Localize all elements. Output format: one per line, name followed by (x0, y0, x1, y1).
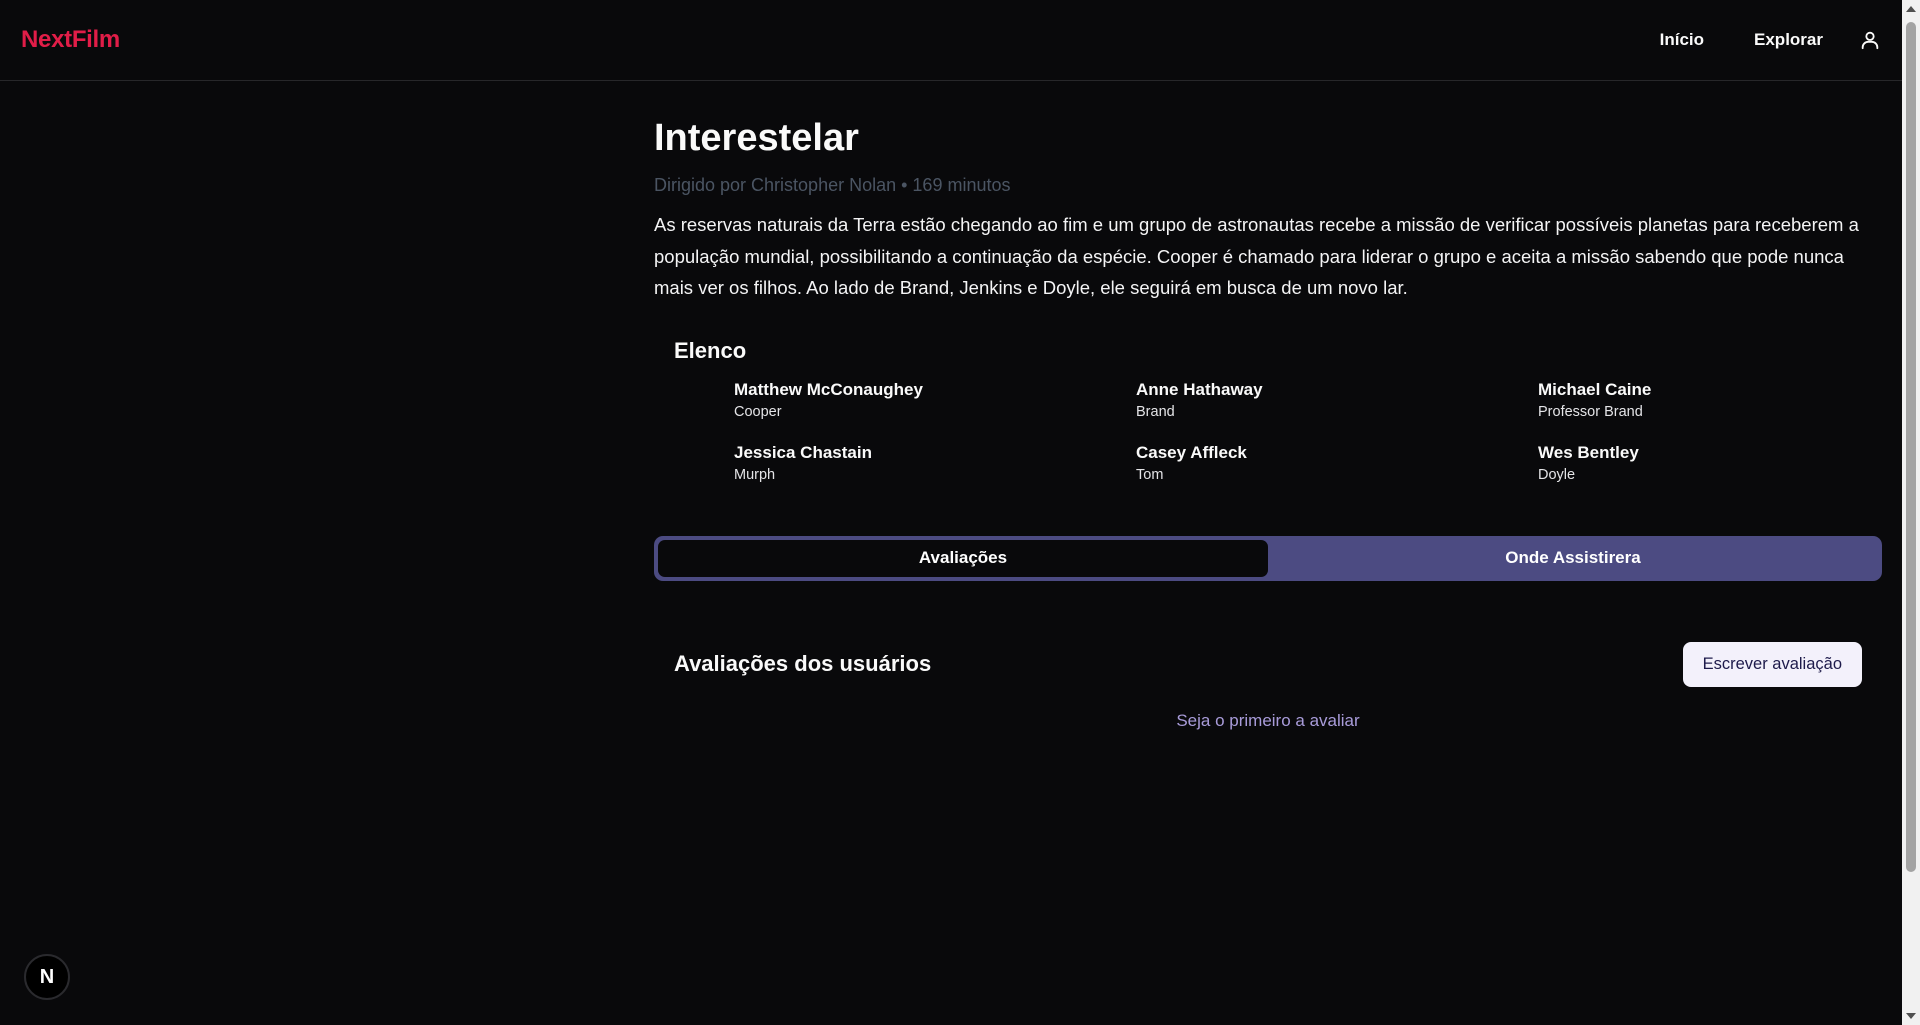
reviews-empty-message: Seja o primeiro a avaliar (1176, 710, 1360, 730)
cast-name: Casey Affleck (1136, 442, 1247, 462)
tab-onde-assistir[interactable]: Onde Assistirera (1268, 540, 1878, 577)
logo[interactable]: NextFilm (21, 26, 120, 54)
movie-subtitle: Dirigido por Christopher Nolan • 169 min… (654, 175, 1011, 195)
cast-role: Doyle (1538, 466, 1576, 483)
tab-avaliacoes[interactable]: Avaliações (658, 539, 1268, 577)
top-navbar: NextFilm Início Explorar (0, 0, 1902, 81)
nav-link-explorar[interactable]: Explorar (1754, 30, 1823, 50)
write-review-button[interactable]: Escrever avaliação (1682, 641, 1862, 687)
page: NextFilm Início Explorar Interestelar Di… (0, 0, 1920, 1025)
cast-name: Jessica Chastain (734, 442, 872, 462)
scroll-up-arrow-icon[interactable] (1906, 6, 1916, 12)
nextjs-dev-badge[interactable]: N (24, 954, 70, 1000)
scroll-thumb[interactable] (1906, 22, 1916, 872)
cast-grid: Matthew McConaughey Cooper Anne Hathaway… (674, 380, 1882, 485)
movie-title: Interestelar (654, 117, 859, 159)
cast-role: Tom (1136, 466, 1164, 483)
cast-role: Professor Brand (1538, 403, 1643, 420)
movie-synopsis: As reservas naturais da Terra estão cheg… (654, 214, 1859, 298)
cast-name: Wes Bentley (1538, 442, 1639, 462)
nav-link-inicio[interactable]: Início (1660, 30, 1704, 50)
cast-role: Cooper (734, 403, 782, 420)
vertical-scrollbar[interactable] (1902, 0, 1920, 1025)
cast-member: Wes Bentley Doyle (1538, 443, 1838, 485)
main-nav: Início Explorar (1610, 29, 1881, 51)
tab-list: Avaliações Onde Assistirera (654, 535, 1882, 581)
cast-member: Matthew McConaughey Cooper (734, 380, 1136, 422)
cast-title: Elenco (674, 337, 747, 363)
cast-section: Elenco Matthew McConaughey Cooper Anne H… (654, 336, 1882, 485)
scroll-down-arrow-icon[interactable] (1906, 1013, 1916, 1019)
user-icon[interactable] (1859, 29, 1881, 51)
cast-name: Matthew McConaughey (734, 379, 923, 399)
cast-name: Anne Hathaway (1136, 379, 1263, 399)
movie-details: Interestelar Dirigido por Christopher No… (654, 81, 1882, 731)
cast-member: Jessica Chastain Murph (734, 443, 1136, 485)
cast-name: Michael Caine (1538, 379, 1652, 399)
cast-role: Murph (734, 466, 776, 483)
cast-role: Brand (1136, 403, 1175, 420)
reviews-title: Avaliações dos usuários (674, 651, 932, 676)
reviews-header: Avaliações dos usuários Escrever avaliaç… (654, 641, 1882, 687)
cast-member: Michael Caine Professor Brand (1538, 380, 1838, 422)
cast-member: Anne Hathaway Brand (1136, 380, 1538, 422)
cast-member: Casey Affleck Tom (1136, 443, 1538, 485)
